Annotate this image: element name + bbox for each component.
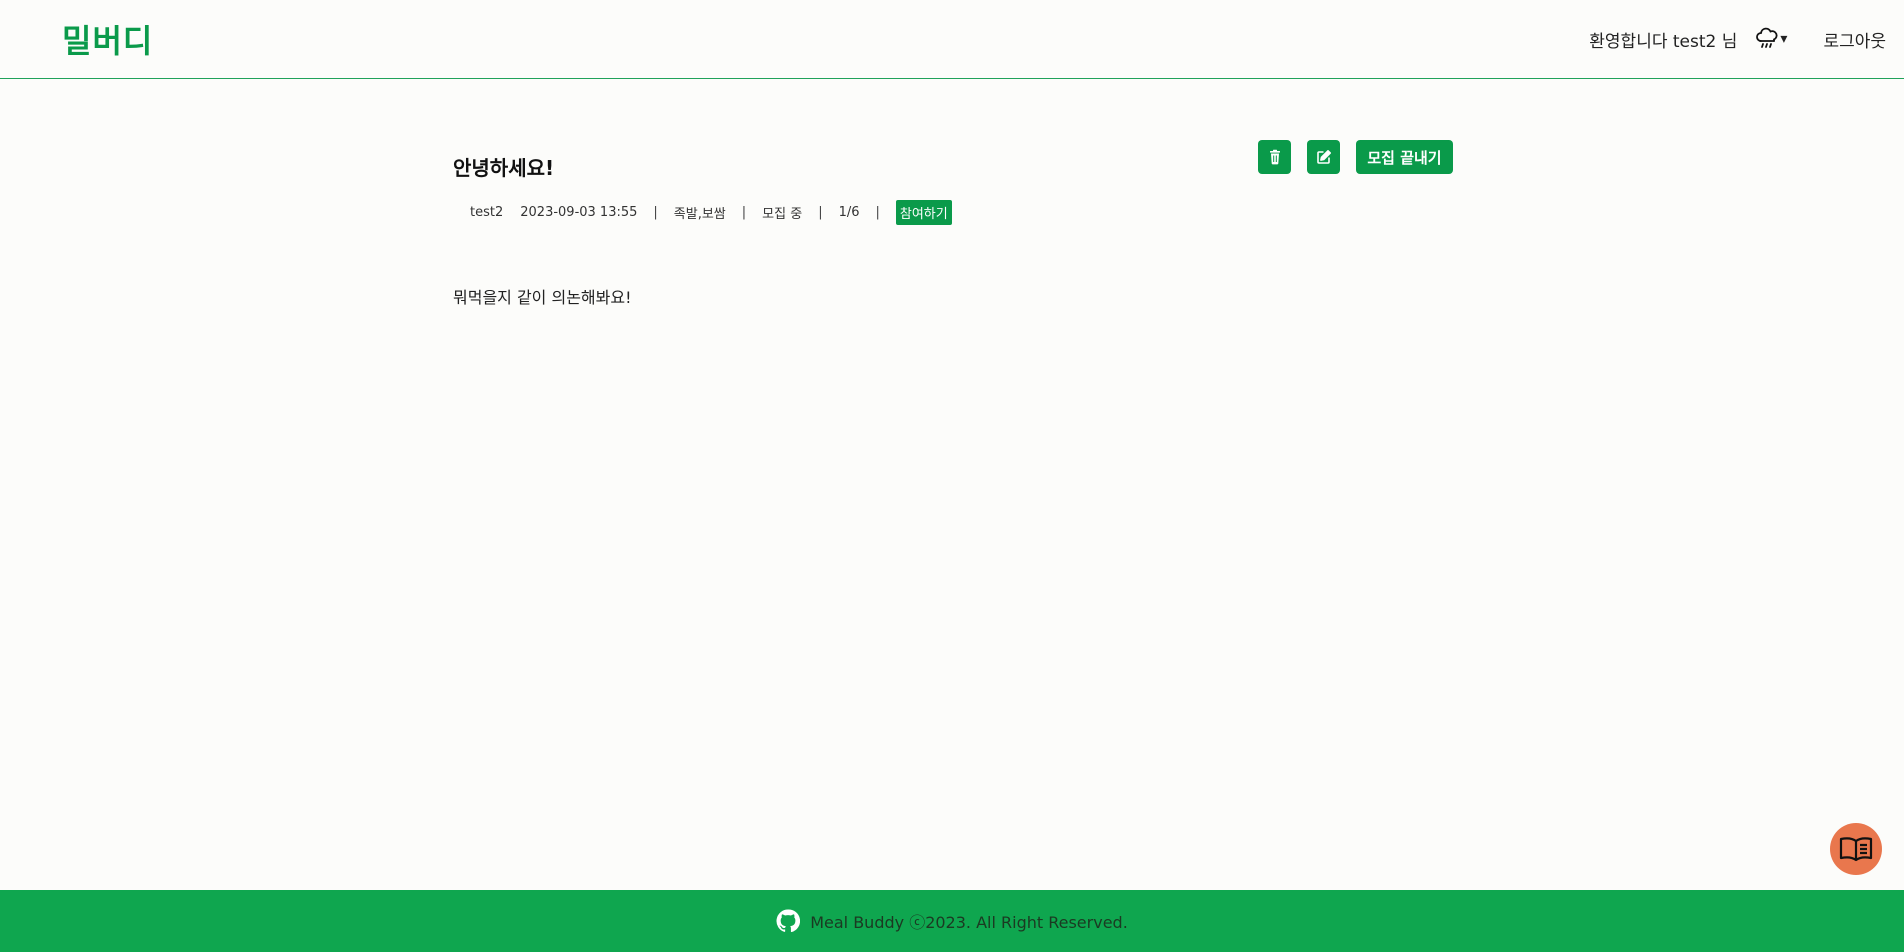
close-recruitment-button[interactable]: 모집 끝내기: [1356, 140, 1453, 174]
post-menu: 족발,보쌈: [673, 206, 726, 222]
welcome-text: 환영합니다 test2 님: [1589, 31, 1738, 52]
weather-dropdown[interactable]: ▾: [1755, 27, 1787, 51]
github-icon[interactable]: [776, 909, 801, 933]
trash-icon: [1269, 149, 1280, 165]
footer: Meal Buddy ⓒ2023. All Right Reserved.: [0, 890, 1904, 952]
header-right: 환영합니다 test2 님 ▾ 로그아웃: [1589, 27, 1886, 52]
footer-text: Meal Buddy ⓒ2023. All Right Reserved.: [810, 913, 1128, 932]
post-author: test2: [470, 204, 504, 220]
post-participants: 1/6: [838, 204, 860, 220]
cloud-rain-icon: [1756, 27, 1778, 48]
post-body: 뭐먹을지 같이 의논해봐요!: [453, 288, 632, 307]
divider: |: [653, 204, 658, 220]
post-status: 모집 중: [762, 206, 803, 222]
divider: |: [741, 204, 747, 220]
book-icon: [1839, 837, 1873, 862]
post-title: 안녕하세요!: [453, 156, 555, 180]
divider: |: [875, 204, 880, 220]
chevron-down-icon: ▾: [1780, 31, 1788, 47]
join-button[interactable]: 참여하기: [895, 199, 952, 225]
divider: |: [818, 204, 823, 220]
post-actions: 모집 끝내기: [1258, 140, 1453, 174]
post-datetime: 2023-09-03 13:55: [520, 204, 638, 220]
logout-link[interactable]: 로그아웃: [1823, 27, 1886, 52]
logo[interactable]: 밀버디: [62, 16, 153, 62]
header: 밀버디 환영합니다 test2 님 ▾ 로그아웃: [0, 0, 1904, 79]
edit-button[interactable]: [1307, 140, 1340, 174]
post-meta: test2 2023-09-03 13:55 | 족발,보쌈 | 모집 중 | …: [453, 199, 952, 225]
edit-icon: [1316, 150, 1331, 164]
delete-button[interactable]: [1258, 140, 1291, 174]
guide-float-button[interactable]: [1830, 823, 1882, 875]
